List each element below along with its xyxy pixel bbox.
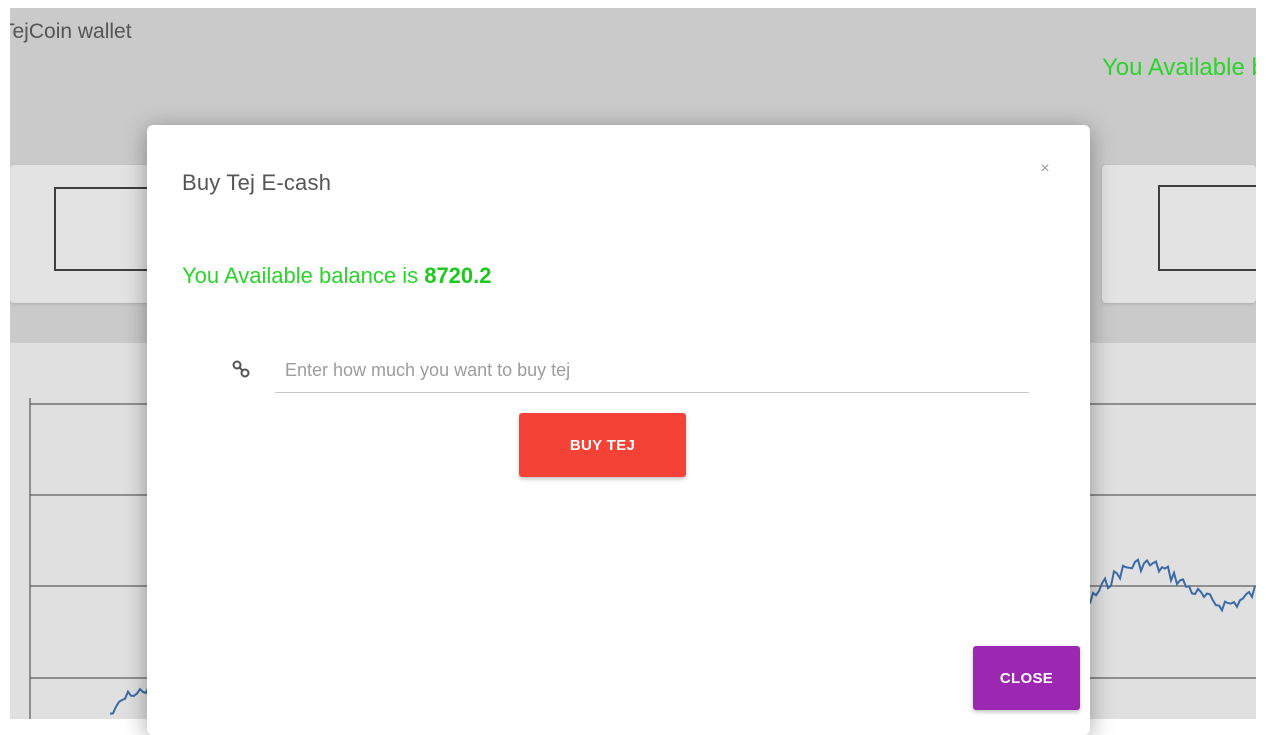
buy-amount-input[interactable] bbox=[275, 349, 1029, 393]
right-strip bbox=[1256, 0, 1266, 719]
modal-title: Buy Tej E-cash bbox=[182, 170, 332, 195]
stat-card-left bbox=[10, 165, 198, 303]
wallet-title: TejCoin wallet bbox=[10, 20, 132, 43]
close-button[interactable]: CLOSE bbox=[973, 646, 1080, 710]
price-line-right bbox=[1089, 558, 1256, 613]
header-balance-text: You Available balance is 8720.2 bbox=[1102, 54, 1256, 81]
stat-card-right bbox=[1102, 165, 1266, 303]
buy-tej-button[interactable]: BUY TEJ bbox=[519, 413, 686, 477]
stat-card-right-box bbox=[1158, 185, 1266, 271]
close-icon[interactable]: × bbox=[1038, 159, 1052, 179]
balance-label: You Available balance is bbox=[182, 263, 425, 288]
link-icon bbox=[232, 360, 250, 378]
left-strip bbox=[0, 8, 10, 719]
balance-value: 8720.2 bbox=[424, 263, 492, 288]
available-balance: You Available balance is 8720.2 bbox=[182, 263, 492, 289]
wallet-title-container: TejCoin wallet bbox=[10, 8, 310, 48]
top-strip bbox=[0, 0, 1266, 8]
buy-tej-modal: Buy Tej E-cash × You Available balance i… bbox=[147, 125, 1090, 735]
balance-hint-container: You Available balance is 8720.2 bbox=[1090, 40, 1256, 100]
